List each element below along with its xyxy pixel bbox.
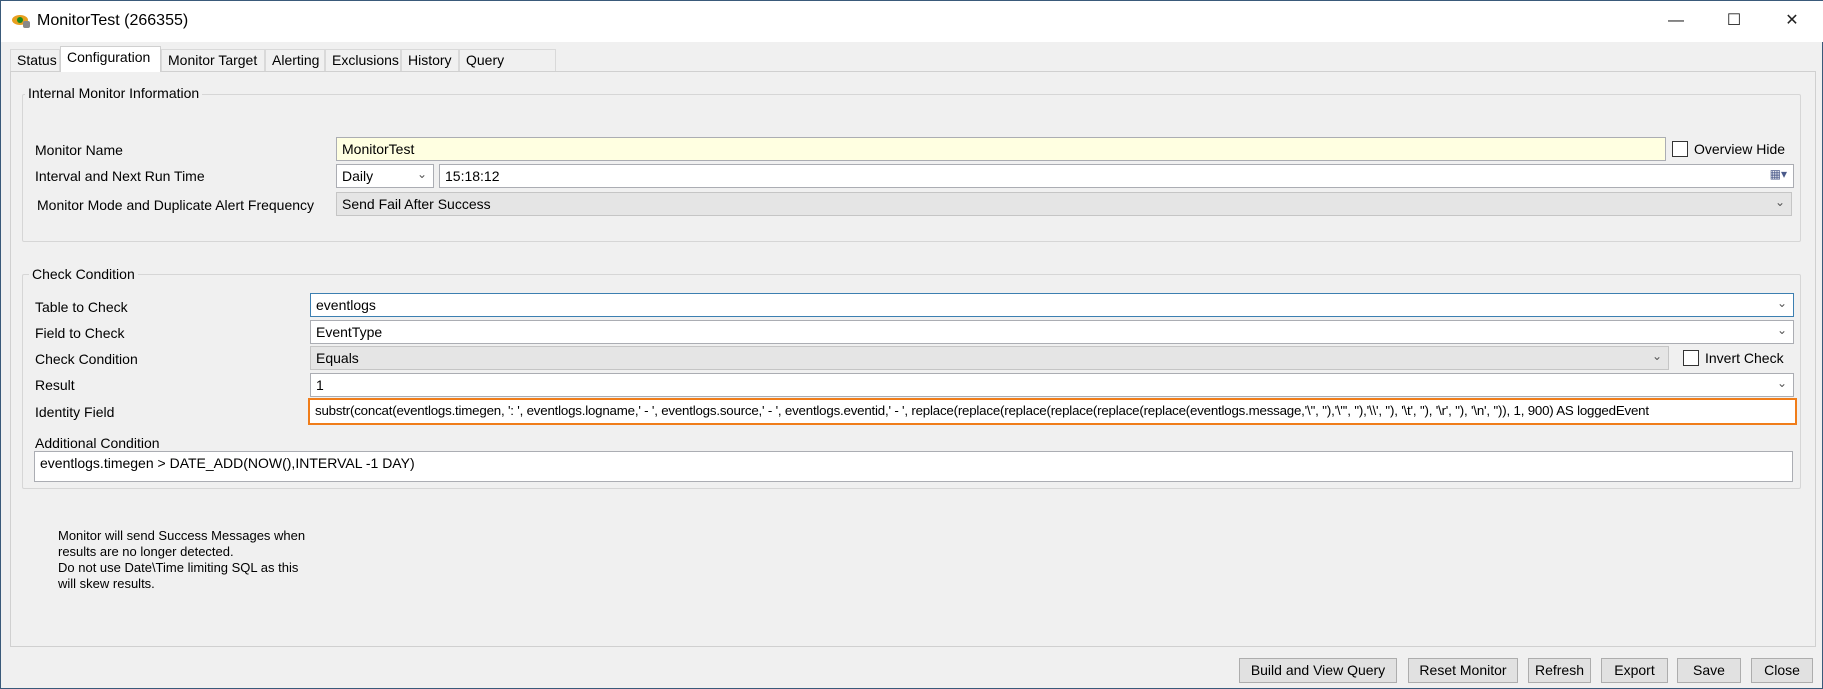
tab-exclusions[interactable]: Exclusions — [325, 49, 401, 71]
internal-monitor-legend: Internal Monitor Information — [25, 85, 203, 101]
minimize-button[interactable]: — — [1653, 7, 1699, 35]
calendar-dropdown-icon[interactable]: ▦▾ — [1770, 167, 1787, 181]
tab-alerting[interactable]: Alerting — [265, 49, 325, 71]
chevron-down-icon: ⌄ — [1774, 195, 1785, 209]
mode-select[interactable]: Send Fail After Success ⌄ — [336, 192, 1792, 216]
tab-status[interactable]: Status — [10, 49, 60, 71]
result-select[interactable]: 1 ⌄ — [310, 373, 1794, 397]
additional-condition-label: Additional Condition — [35, 435, 160, 451]
invert-check-checkbox[interactable] — [1683, 350, 1699, 366]
note-line: Monitor will send Success Messages when … — [58, 528, 306, 559]
overview-hide-label: Overview Hide — [1694, 141, 1786, 157]
chevron-down-icon: ⌄ — [1651, 349, 1662, 363]
table-select[interactable]: eventlogs ⌄ — [310, 293, 1794, 317]
chevron-down-icon: ⌄ — [1776, 323, 1787, 337]
mode-value: Send Fail After Success — [342, 196, 491, 212]
close-window-button[interactable]: ✕ — [1769, 7, 1815, 35]
tab-configuration[interactable]: Configuration — [60, 46, 161, 72]
build-view-query-button[interactable]: Build and View Query — [1239, 658, 1397, 683]
condition-label: Check Condition — [35, 351, 138, 367]
tab-monitor-target[interactable]: Monitor Target — [161, 49, 265, 71]
interval-select[interactable]: Daily ⌄ — [336, 164, 434, 188]
window-title: MonitorTest (266355) — [37, 12, 189, 29]
export-button[interactable]: Export — [1601, 658, 1668, 683]
chevron-down-icon: ⌄ — [1776, 296, 1787, 310]
check-condition-legend: Check Condition — [29, 266, 138, 282]
overview-hide-checkbox[interactable] — [1672, 141, 1688, 157]
reset-monitor-button[interactable]: Reset Monitor — [1408, 658, 1518, 683]
tab-query-results[interactable]: Query Results — [459, 49, 556, 84]
monitor-name-input[interactable]: MonitorTest — [336, 137, 1666, 161]
table-label: Table to Check — [35, 299, 128, 315]
info-note: Monitor will send Success Messages when … — [58, 528, 318, 592]
condition-select[interactable]: Equals ⌄ — [310, 346, 1669, 370]
time-value: 15:18:12 — [445, 168, 500, 184]
close-button[interactable]: Close — [1751, 658, 1813, 683]
chevron-down-icon: ⌄ — [416, 167, 427, 181]
refresh-button[interactable]: Refresh — [1528, 658, 1591, 683]
next-run-time-input[interactable]: 15:18:12 ▦▾ — [439, 164, 1794, 188]
title-bar: MonitorTest (266355) — ☐ ✕ — [1, 1, 1823, 42]
interval-value: Daily — [342, 168, 374, 184]
note-line: Do not use Date\Time limiting SQL as thi… — [58, 560, 299, 591]
chevron-down-icon: ⌄ — [1776, 376, 1787, 390]
identity-label: Identity Field — [35, 404, 115, 420]
interval-label: Interval and Next Run Time — [35, 168, 205, 184]
field-label: Field to Check — [35, 325, 125, 341]
maximize-button[interactable]: ☐ — [1711, 7, 1757, 35]
result-value: 1 — [316, 377, 324, 393]
save-button[interactable]: Save — [1677, 658, 1741, 683]
condition-value: Equals — [316, 350, 359, 366]
mode-label: Monitor Mode and Duplicate Alert Frequen… — [37, 197, 315, 213]
result-label: Result — [35, 377, 75, 393]
additional-condition-textarea[interactable]: eventlogs.timegen > DATE_ADD(NOW(),INTER… — [34, 451, 1793, 482]
monitor-eye-icon — [12, 15, 30, 28]
field-value: EventType — [316, 324, 383, 340]
monitor-name-label: Monitor Name — [35, 142, 123, 158]
identity-field-input[interactable]: substr(concat(eventlogs.timegen, ': ', e… — [308, 398, 1797, 425]
field-select[interactable]: EventType ⌄ — [310, 320, 1794, 344]
invert-check-label: Invert Check — [1705, 350, 1784, 366]
tab-history[interactable]: History — [401, 49, 459, 71]
table-value: eventlogs — [316, 297, 376, 313]
